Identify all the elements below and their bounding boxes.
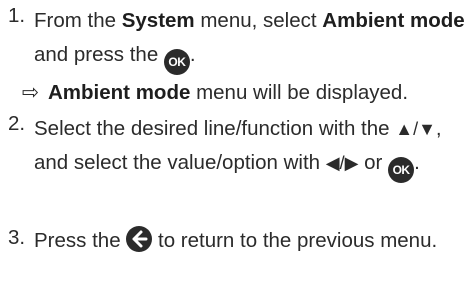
text-segment: and press the [34,43,164,66]
step-number: 1. [8,4,26,27]
text-segment: From the [34,9,122,32]
back-arrow-icon [126,226,153,252]
step-number: 2. [8,112,26,135]
step-text: Press the to return to the previous menu… [34,226,470,254]
left-right-arrow-icon: ◀/▶ [325,153,359,173]
menu-name-system: System [121,9,195,32]
step-number: 3. [8,226,26,249]
text-segment: Press the [34,229,127,252]
text-segment: . [414,151,420,174]
text-segment: menu, select [194,9,323,32]
text-segment: Select the desired line/function with th… [34,117,396,140]
up-down-arrow-icon: ▲/▼ [395,119,436,139]
ok-button-icon: OK [388,157,415,183]
menu-name-ambient-mode: Ambient mode [322,9,465,32]
text-segment: or [358,151,389,174]
text-segment: . [189,43,196,66]
result-text: menu will be displayed. [190,81,409,104]
result-arrow-icon: ⇨ [22,81,40,104]
step-text: Select the desired line/function with th… [34,112,470,183]
result-line: ⇨ Ambient mode menu will be displayed. [22,78,408,108]
ok-button-icon: OK [163,49,190,75]
step-text: From the System menu, select Ambient mod… [34,4,470,75]
text-segment: to return to the previous menu. [152,229,438,252]
menu-name-ambient-mode: Ambient mode [48,81,191,104]
